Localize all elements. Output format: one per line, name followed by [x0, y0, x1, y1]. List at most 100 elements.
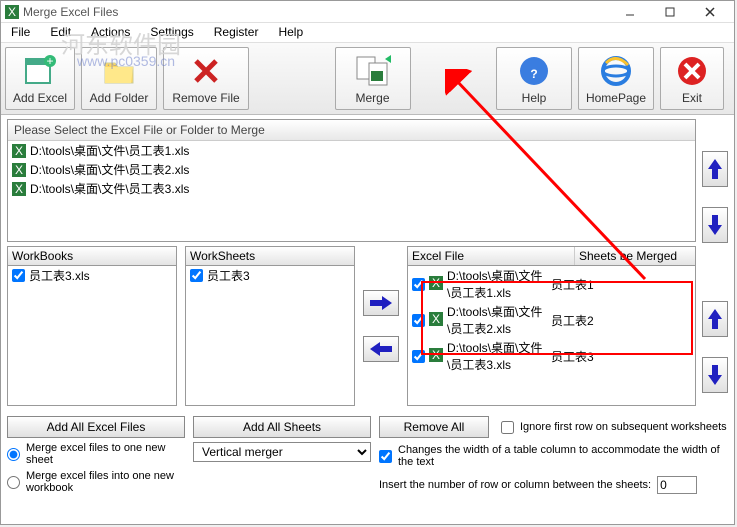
- menu-help[interactable]: Help: [268, 23, 313, 42]
- change-width-row[interactable]: Changes the width of a table column to a…: [379, 444, 728, 468]
- move-merge-up-button[interactable]: [702, 301, 728, 337]
- excel-file-icon: X: [429, 348, 443, 365]
- ignore-first-row-label: Ignore first row on subsequent worksheet…: [520, 421, 727, 433]
- workbook-name: 员工表3.xls: [29, 267, 90, 284]
- file-path: D:\tools\桌面\文件\员工表3.xls: [30, 180, 189, 197]
- merge-icon: [355, 53, 391, 89]
- merge-list[interactable]: XD:\tools\桌面\文件\员工表1.xls 员工表1 X D:\tools\…: [407, 266, 696, 406]
- excel-add-icon: +: [22, 53, 58, 89]
- help-icon: ?: [516, 53, 552, 89]
- svg-text:X: X: [15, 163, 23, 177]
- merge-file-path: D:\tools\桌面\文件\员工表3.xls: [447, 339, 547, 373]
- workbooks-header: WorkBooks: [7, 246, 177, 266]
- merge-row-checkbox[interactable]: [412, 278, 425, 291]
- add-all-sheets-button[interactable]: Add All Sheets: [193, 416, 371, 438]
- merge-row[interactable]: X D:\tools\桌面\文件\员工表2.xls 员工表2: [408, 302, 695, 338]
- merge-one-sheet-label: Merge excel files to one new sheet: [26, 442, 185, 466]
- move-merge-down-button[interactable]: [702, 357, 728, 393]
- row-insert-label: Insert the number of row or column betwe…: [379, 479, 651, 491]
- remove-file-label: Remove File: [172, 91, 239, 105]
- merge-file-path: D:\tools\桌面\文件\员工表2.xls: [447, 303, 547, 337]
- minimize-button[interactable]: [610, 1, 650, 23]
- worksheet-item[interactable]: 员工表3: [186, 266, 354, 285]
- merge-one-sheet-radio-row[interactable]: Merge excel files to one new sheet: [7, 442, 185, 466]
- workbooks-list[interactable]: 员工表3.xls: [7, 266, 177, 406]
- add-folder-button[interactable]: Add Folder: [81, 47, 157, 110]
- merge-row[interactable]: X D:\tools\桌面\文件\员工表3.xls 员工表3: [408, 338, 695, 374]
- menu-register[interactable]: Register: [204, 23, 269, 42]
- row-insert-input[interactable]: [657, 476, 697, 494]
- maximize-button[interactable]: [650, 1, 690, 23]
- excel-file-icon: X: [12, 182, 26, 196]
- menu-file[interactable]: File: [1, 23, 40, 42]
- merge-row-checkbox[interactable]: [412, 350, 425, 363]
- svg-text:X: X: [432, 348, 440, 362]
- file-list[interactable]: X D:\tools\桌面\文件\员工表1.xls X D:\tools\桌面\…: [8, 141, 695, 241]
- menubar: File Edit Actions Settings Register Help: [1, 23, 734, 43]
- menu-settings[interactable]: Settings: [140, 23, 203, 42]
- worksheet-checkbox[interactable]: [190, 269, 203, 282]
- merge-panel: Excel File Sheets be Merged XD:\tools\桌面…: [407, 246, 696, 406]
- worksheets-header: WorkSheets: [185, 246, 355, 266]
- add-to-merge-button[interactable]: [363, 290, 399, 316]
- move-file-down-button[interactable]: [702, 207, 728, 243]
- merge-button[interactable]: Merge: [335, 47, 411, 110]
- merge-row[interactable]: XD:\tools\桌面\文件\员工表1.xls 员工表1: [408, 266, 695, 302]
- merge-sheet-name: 员工表3: [551, 348, 691, 365]
- menu-edit[interactable]: Edit: [40, 23, 81, 42]
- merge-one-workbook-label: Merge excel files into one new workbook: [26, 470, 185, 494]
- workbook-checkbox[interactable]: [12, 269, 25, 282]
- svg-text:X: X: [15, 144, 23, 158]
- toolbar: + Add Excel Add Folder Remove File Merge…: [1, 43, 734, 115]
- workbook-item[interactable]: 员工表3.xls: [8, 266, 176, 285]
- merge-one-workbook-radio[interactable]: [7, 476, 20, 489]
- excel-file-icon: X: [429, 312, 443, 329]
- change-width-checkbox[interactable]: [379, 450, 392, 463]
- folder-icon: [101, 53, 137, 89]
- file-path: D:\tools\桌面\文件\员工表2.xls: [30, 161, 189, 178]
- add-excel-label: Add Excel: [13, 91, 67, 105]
- file-row[interactable]: X D:\tools\桌面\文件\员工表3.xls: [8, 179, 695, 198]
- help-button[interactable]: ? Help: [496, 47, 572, 110]
- remove-file-button[interactable]: Remove File: [163, 47, 249, 110]
- ignore-first-row-checkbox[interactable]: [501, 421, 514, 434]
- worksheets-panel: WorkSheets 员工表3: [185, 246, 355, 406]
- merge-one-sheet-radio[interactable]: [7, 448, 20, 461]
- change-width-label: Changes the width of a table column to a…: [398, 444, 728, 468]
- move-file-up-button[interactable]: [702, 151, 728, 187]
- homepage-button[interactable]: HomePage: [578, 47, 654, 110]
- add-all-excel-button[interactable]: Add All Excel Files: [7, 416, 185, 438]
- merge-row-checkbox[interactable]: [412, 314, 425, 327]
- svg-text:?: ?: [530, 67, 537, 81]
- workbooks-panel: WorkBooks 员工表3.xls: [7, 246, 177, 406]
- window-title: Merge Excel Files: [23, 5, 610, 19]
- close-button[interactable]: [690, 1, 730, 23]
- excel-file-icon: X: [12, 163, 26, 177]
- remove-from-merge-button[interactable]: [363, 336, 399, 362]
- file-row[interactable]: X D:\tools\桌面\文件\员工表1.xls: [8, 141, 695, 160]
- add-excel-button[interactable]: + Add Excel: [5, 47, 75, 110]
- menu-actions[interactable]: Actions: [81, 23, 140, 42]
- ignore-first-row-row[interactable]: Ignore first row on subsequent worksheet…: [501, 421, 727, 434]
- merge-one-workbook-radio-row[interactable]: Merge excel files into one new workbook: [7, 470, 185, 494]
- remove-all-button[interactable]: Remove All: [379, 416, 489, 438]
- file-section-label: Please Select the Excel File or Folder t…: [8, 120, 695, 141]
- excel-file-icon: X: [429, 276, 443, 293]
- help-label: Help: [522, 91, 547, 105]
- svg-text:X: X: [432, 312, 440, 326]
- exit-label: Exit: [682, 91, 702, 105]
- merge-sheet-name: 员工表2: [551, 312, 691, 329]
- exit-icon: [674, 53, 710, 89]
- svg-text:X: X: [15, 182, 23, 196]
- merge-sheet-name: 员工表1: [551, 276, 691, 293]
- excel-file-icon: X: [12, 144, 26, 158]
- merge-direction-select[interactable]: Vertical merger: [193, 442, 371, 462]
- worksheet-name: 员工表3: [207, 267, 250, 284]
- remove-x-icon: [188, 53, 224, 89]
- worksheets-list[interactable]: 员工表3: [185, 266, 355, 406]
- merge-label: Merge: [355, 91, 389, 105]
- titlebar: X Merge Excel Files: [1, 1, 734, 23]
- svg-text:X: X: [432, 276, 440, 290]
- exit-button[interactable]: Exit: [660, 47, 724, 110]
- file-row[interactable]: X D:\tools\桌面\文件\员工表2.xls: [8, 160, 695, 179]
